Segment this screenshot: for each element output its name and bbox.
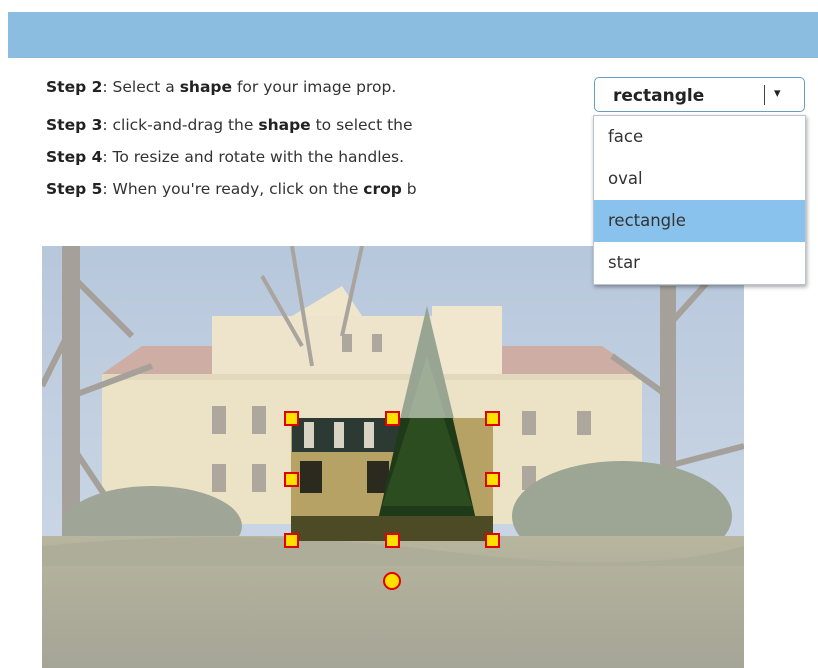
step-2-text-end: for your image prop.: [232, 78, 397, 96]
step-2-bold: shape: [179, 78, 233, 96]
chevron-down-icon[interactable]: ▾: [774, 86, 781, 101]
crop-preview-image: [291, 418, 493, 541]
step-5-instruction: Step 5: When you're ready, click on the …: [46, 180, 594, 198]
shape-select-divider: [764, 85, 765, 105]
shape-option-oval[interactable]: oval: [594, 158, 805, 200]
step-4-text: : To resize and rotate with the handles.: [102, 148, 405, 166]
crop-selection-rectangle[interactable]: [291, 418, 493, 541]
resize-handle-bottom-left[interactable]: [284, 533, 299, 548]
step-2-text: : Select a: [102, 78, 180, 96]
step-3-instruction: Step 3: click-and-drag the shape to sele…: [46, 116, 413, 134]
shape-select-value: rectangle: [613, 86, 705, 106]
shape-option-star[interactable]: star: [594, 242, 805, 284]
resize-handle-top-center[interactable]: [385, 411, 400, 426]
resize-handle-bottom-right[interactable]: [485, 533, 500, 548]
step-3-label: Step 3: [46, 116, 103, 134]
step-3-bold: shape: [258, 116, 311, 134]
rotate-handle[interactable]: [383, 572, 401, 590]
shape-dropdown-menu: face oval rectangle star: [593, 115, 806, 285]
step-4-label: Step 4: [46, 148, 103, 166]
step-5-bold: crop: [363, 180, 402, 198]
resize-handle-top-left[interactable]: [284, 411, 299, 426]
step-2-instruction: Step 2: Select a shape for your image pr…: [46, 78, 396, 96]
step-2-label: Step 2: [46, 78, 103, 96]
step-3-text-end: to select the: [310, 116, 413, 134]
shape-select[interactable]: rectangle ▾: [594, 77, 805, 112]
shape-option-rectangle[interactable]: rectangle: [594, 200, 805, 242]
step-5-label: Step 5: [46, 180, 103, 198]
resize-handle-bottom-center[interactable]: [385, 533, 400, 548]
step-4-instruction: Step 4: To resize and rotate with the ha…: [46, 148, 404, 166]
step-3-text: : click-and-drag the: [102, 116, 259, 134]
step-5-text: : When you're ready, click on the: [102, 180, 364, 198]
resize-handle-top-right[interactable]: [485, 411, 500, 426]
step-5-text-end: b: [401, 180, 417, 198]
resize-handle-middle-right[interactable]: [485, 472, 500, 487]
resize-handle-middle-left[interactable]: [284, 472, 299, 487]
shape-option-face[interactable]: face: [594, 116, 805, 158]
header-bar: [8, 12, 818, 58]
crop-image-area[interactable]: [42, 246, 744, 668]
